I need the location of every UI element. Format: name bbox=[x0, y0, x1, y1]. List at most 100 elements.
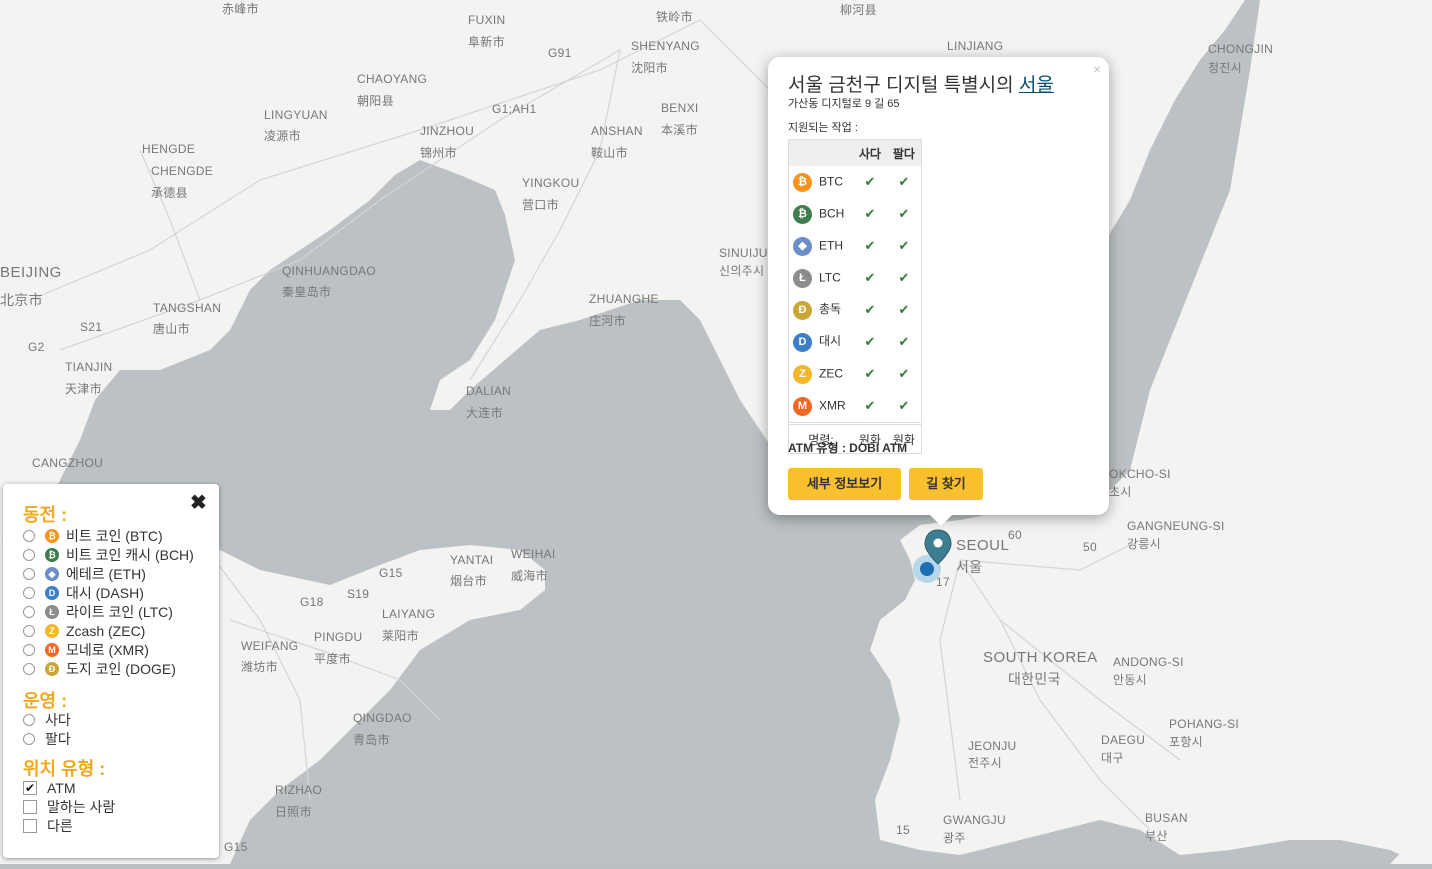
operation-label: 팔다 bbox=[45, 730, 71, 747]
atm-type-text: ATM 유형 : DOBI ATM bbox=[788, 441, 908, 455]
coin-icon: Ł bbox=[45, 604, 59, 619]
map-label: S21 bbox=[80, 320, 103, 334]
map-label: CANGZHOU bbox=[32, 456, 104, 470]
map-label: 阜新市 bbox=[468, 35, 505, 49]
coin-icon: Ł bbox=[793, 268, 812, 288]
map-label: 威海市 bbox=[511, 569, 548, 583]
map-label: G15 bbox=[224, 840, 248, 854]
map-label: 承德县 bbox=[151, 186, 188, 200]
map-label: 광주 bbox=[943, 831, 966, 845]
coin-radio[interactable] bbox=[23, 624, 35, 637]
location-type-option[interactable]: ✔ ATM bbox=[23, 778, 76, 797]
map-label: BUSAN bbox=[1145, 811, 1188, 825]
popup-title-link[interactable]: 서울 bbox=[1019, 75, 1054, 96]
coin-icon: ₿ bbox=[793, 172, 812, 192]
coin-filter-option[interactable]: ₿ 비트 코인 (BTC) bbox=[23, 526, 163, 545]
popup-close-button[interactable]: × bbox=[1093, 61, 1101, 77]
sell-check-icon: ✔ bbox=[898, 334, 910, 349]
operations-table-body: ₿ BTC ✔ ✔ ₿ BCH ✔ ✔ ◆ ETH ✔ ✔ Ł LTC ✔ ✔ Đ 총독 ✔ ✔ D 대시 ✔ ✔ Z ZEC ✔ ✔… bbox=[789, 166, 922, 424]
coin-cell: ₿ BTC bbox=[789, 166, 854, 198]
map-label: 강릉시 bbox=[1127, 537, 1162, 551]
coin-radio[interactable] bbox=[23, 662, 35, 675]
coin-label: 대시 (DASH) bbox=[66, 584, 144, 601]
sell-check-icon: ✔ bbox=[898, 398, 910, 413]
coin-filter-option[interactable]: ◆ 에테르 (ETH) bbox=[23, 564, 146, 583]
map-label: QINHUANGDAO bbox=[282, 264, 376, 278]
location-type-option[interactable]: 말하는 사람 bbox=[23, 797, 115, 816]
operation-radio[interactable] bbox=[23, 713, 35, 726]
map-label: CHAOYANG bbox=[357, 72, 428, 86]
coin-icon: M bbox=[793, 396, 812, 416]
coin-label: 도지 코인 (DOGE) bbox=[66, 660, 176, 677]
location-label: 다른 bbox=[47, 817, 73, 834]
table-row: Đ 총독 ✔ ✔ bbox=[789, 294, 922, 326]
coin-name: ZEC bbox=[819, 366, 843, 381]
table-row: Z ZEC ✔ ✔ bbox=[789, 358, 922, 390]
coin-radio[interactable] bbox=[23, 605, 35, 618]
map-label: 莱阳市 bbox=[382, 629, 419, 643]
map-label: GANGNEUNG-SI bbox=[1127, 519, 1225, 533]
map-label: 庄河市 bbox=[589, 314, 626, 328]
map-label: YINGKOU bbox=[522, 176, 580, 190]
map-label: JEONJU bbox=[968, 739, 1017, 753]
coin-label: 모네로 (XMR) bbox=[66, 641, 149, 658]
coin-name: ETH bbox=[819, 238, 843, 253]
operation-radio[interactable] bbox=[23, 732, 35, 745]
filter-close-button[interactable]: ✖ bbox=[190, 490, 207, 515]
popup-title-text: 서울 금천구 디지털 특별시의 bbox=[788, 75, 1019, 96]
location-label: ATM bbox=[47, 779, 76, 796]
coin-radio[interactable] bbox=[23, 586, 35, 599]
buy-check-icon: ✔ bbox=[864, 174, 876, 189]
operation-filter-option[interactable]: 팔다 bbox=[23, 729, 71, 748]
map-label: LINJIANG bbox=[947, 39, 1004, 53]
location-checkbox[interactable] bbox=[23, 799, 37, 814]
map-label: 朝阳县 bbox=[357, 94, 394, 108]
map-label: 潍坊市 bbox=[241, 660, 278, 674]
details-button[interactable]: 세부 정보보기 bbox=[788, 468, 901, 500]
coin-radio[interactable] bbox=[23, 548, 35, 561]
operation-filter-option[interactable]: 사다 bbox=[23, 710, 71, 729]
map-label: 铁岭市 bbox=[656, 10, 693, 24]
sell-check-icon: ✔ bbox=[898, 206, 910, 221]
map-label: RIZHAO bbox=[275, 783, 323, 797]
popup-title: 서울 금천구 디지털 특별시의 서울 bbox=[788, 70, 1054, 97]
map-label: OKCHO-SI bbox=[1109, 467, 1171, 481]
coin-filter-option[interactable]: ₿ 비트 코인 캐시 (BCH) bbox=[23, 545, 194, 564]
coin-filter-option[interactable]: Z Zcash (ZEC) bbox=[23, 621, 145, 640]
map-label: 沈阳市 bbox=[631, 61, 668, 75]
coin-radio[interactable] bbox=[23, 529, 35, 542]
sell-check-icon: ✔ bbox=[898, 174, 910, 189]
coin-icon: D bbox=[45, 585, 59, 600]
coin-icon: ◆ bbox=[793, 236, 812, 256]
location-checkbox[interactable] bbox=[23, 818, 37, 833]
map-label: 청진시 bbox=[1208, 61, 1243, 75]
map-label: 초시 bbox=[1109, 485, 1132, 499]
map-label: 신의주시 bbox=[719, 264, 765, 278]
directions-button[interactable]: 길 찾기 bbox=[909, 468, 983, 500]
map-label: 赤峰市 bbox=[222, 2, 259, 16]
coin-label: 라이트 코인 (LTC) bbox=[66, 603, 173, 620]
coin-filter-option[interactable]: M 모네로 (XMR) bbox=[23, 640, 149, 659]
coin-icon: D bbox=[793, 332, 812, 352]
table-header-coin bbox=[788, 139, 853, 166]
map-label: POHANG-SI bbox=[1169, 717, 1240, 731]
map-label: FUXIN bbox=[468, 13, 506, 27]
sell-check-icon: ✔ bbox=[898, 270, 910, 285]
map-label: 전주시 bbox=[968, 756, 1003, 770]
table-header-buy: 사다 bbox=[853, 139, 887, 166]
buy-check-icon: ✔ bbox=[864, 206, 876, 221]
coin-filter-option[interactable]: D 대시 (DASH) bbox=[23, 583, 144, 602]
map-label: G18 bbox=[300, 595, 324, 609]
map-label: G91 bbox=[548, 46, 572, 60]
coin-filter-option[interactable]: Đ 도지 코인 (DOGE) bbox=[23, 659, 176, 678]
location-type-option[interactable]: 다른 bbox=[23, 816, 73, 835]
map-label: WEIHAI bbox=[511, 547, 556, 561]
coin-radio[interactable] bbox=[23, 643, 35, 656]
coin-filter-option[interactable]: Ł 라이트 코인 (LTC) bbox=[23, 602, 173, 621]
location-checkbox[interactable]: ✔ bbox=[23, 780, 37, 795]
map-label: 50 bbox=[1083, 540, 1097, 554]
coin-name: BTC bbox=[819, 174, 843, 189]
map-label: 60 bbox=[1008, 528, 1022, 542]
operations-table: 사다 팔다 ₿ BTC ✔ ✔ ₿ BCH ✔ ✔ ◆ ETH ✔ ✔ Ł LTC ✔ ✔ Đ 총독 ✔ ✔ D 대시 ✔ ✔… bbox=[788, 139, 922, 454]
coin-radio[interactable] bbox=[23, 567, 35, 580]
